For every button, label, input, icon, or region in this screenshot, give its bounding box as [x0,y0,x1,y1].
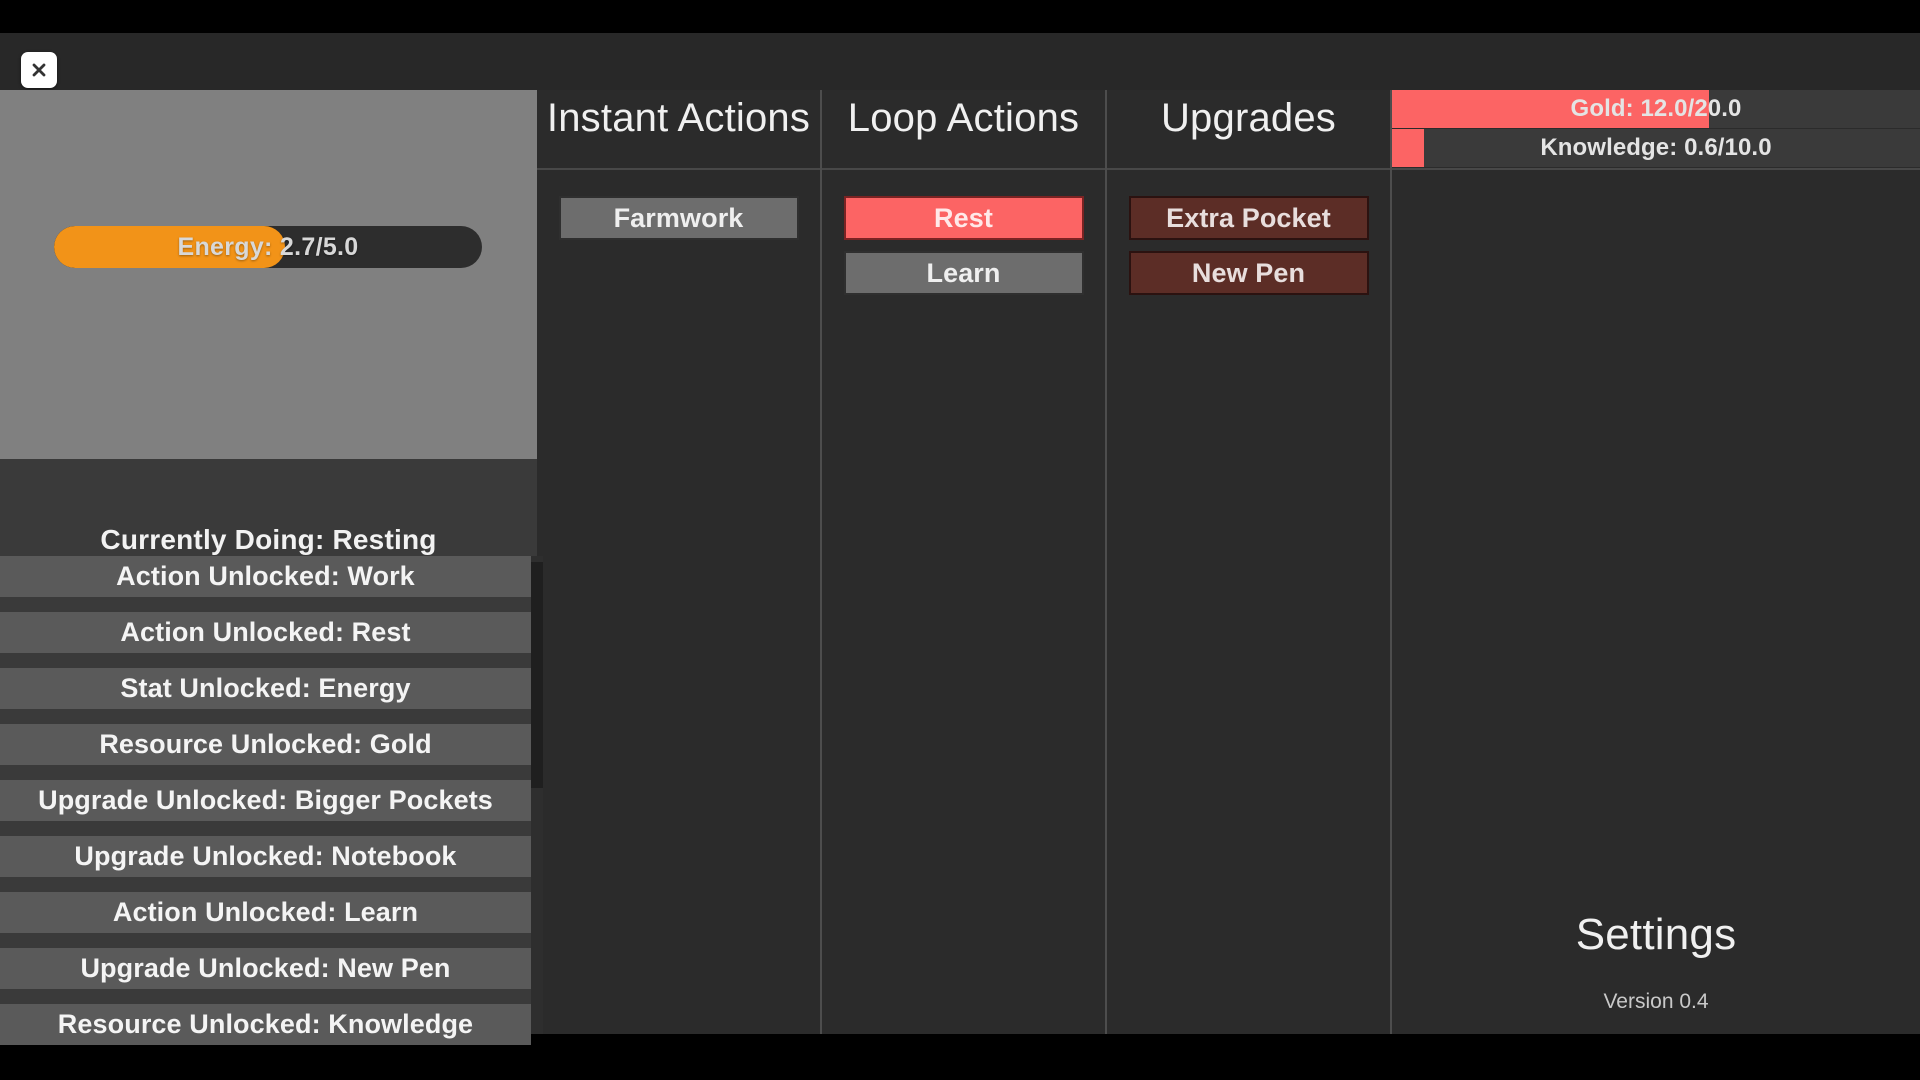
action-button-farmwork[interactable]: Farmwork [558,196,799,240]
log-row-text: Upgrade Unlocked: Bigger Pockets [38,785,493,815]
log-row: Action Unlocked: Learn [0,892,531,933]
log-row-text: Action Unlocked: Learn [112,897,419,927]
log-row-text: Upgrade Unlocked: Notebook [74,841,457,871]
game-screen: Energy: 2.7/5.0 Currently Doing: Resting… [0,0,1920,1080]
log-row: Stat Unlocked: Energy [0,668,531,709]
loop-actions-buttons: Rest Learn [822,196,1105,295]
knowledge-bar-label: Knowledge: 0.6/10.0 [1540,134,1772,161]
upgrade-button-extra-pocket[interactable]: Extra Pocket [1128,196,1369,240]
log-row-text: Action Unlocked: Work [116,561,415,591]
knowledge-bar: Knowledge: 0.6/10.0 [1392,129,1920,167]
column-title-upgrades: Upgrades [1160,96,1337,140]
settings-button[interactable]: Settings [1392,910,1920,960]
energy-bar-label: Energy: 2.7/5.0 [177,232,359,261]
close-button[interactable] [21,52,57,88]
action-columns: Instant Actions Farmwork Loop Actions Re… [537,90,1920,1034]
log-row: Resource Unlocked: Gold [0,724,531,765]
log-row-text: Stat Unlocked: Energy [120,673,411,703]
column-instant-actions: Instant Actions Farmwork [537,90,820,1034]
version-label: Version 0.4 [1603,990,1709,1013]
instant-actions-buttons: Farmwork [537,196,820,240]
action-button-learn[interactable]: Learn [843,251,1084,295]
body-area: Energy: 2.7/5.0 Currently Doing: Resting… [0,90,1920,1045]
log-row: Upgrade Unlocked: Notebook [0,836,531,877]
log-row: Upgrade Unlocked: Bigger Pockets [0,780,531,821]
title-bar [0,33,1920,90]
player-panel: Energy: 2.7/5.0 Currently Doing: Resting… [0,90,543,1045]
log-row-text: Action Unlocked: Rest [120,617,411,647]
upgrade-button-new-pen[interactable]: New Pen [1128,251,1369,295]
resources-panel: Gold: 12.0/20.0 Knowledge: 0.6/10.0 Sett… [1392,90,1920,1034]
log-row: Action Unlocked: Rest [0,612,531,653]
upgrades-buttons: Extra Pocket New Pen [1107,196,1390,295]
column-loop-actions: Loop Actions Rest Learn [822,90,1105,1034]
close-icon [30,61,48,79]
currently-doing-status: Currently Doing: Resting [100,524,437,555]
energy-bar: Energy: 2.7/5.0 [54,226,482,268]
column-title-loop-actions: Loop Actions [847,96,1080,140]
game-window: Energy: 2.7/5.0 Currently Doing: Resting… [0,33,1920,1045]
log-row-text: Upgrade Unlocked: New Pen [80,953,451,983]
log-row: Resource Unlocked: Knowledge [0,1004,531,1045]
gold-bar: Gold: 12.0/20.0 [1392,90,1920,128]
log-row: Action Unlocked: Work [0,556,531,597]
gold-bar-label: Gold: 12.0/20.0 [1570,95,1742,122]
log-row-text: Resource Unlocked: Knowledge [57,1009,474,1039]
action-button-rest[interactable]: Rest [843,196,1084,240]
letterbox-top [0,0,1920,33]
player-stats-area [0,90,537,459]
column-upgrades: Upgrades Extra Pocket New Pen [1107,90,1390,1034]
log-row-text: Resource Unlocked: Gold [99,729,432,759]
log-row: Upgrade Unlocked: New Pen [0,948,531,989]
column-resources: Gold: 12.0/20.0 Knowledge: 0.6/10.0 Sett… [1392,90,1920,1034]
event-log-list: Action Unlocked: Work Action Unlocked: Re… [0,556,537,1045]
column-title-instant-actions: Instant Actions [546,96,811,140]
